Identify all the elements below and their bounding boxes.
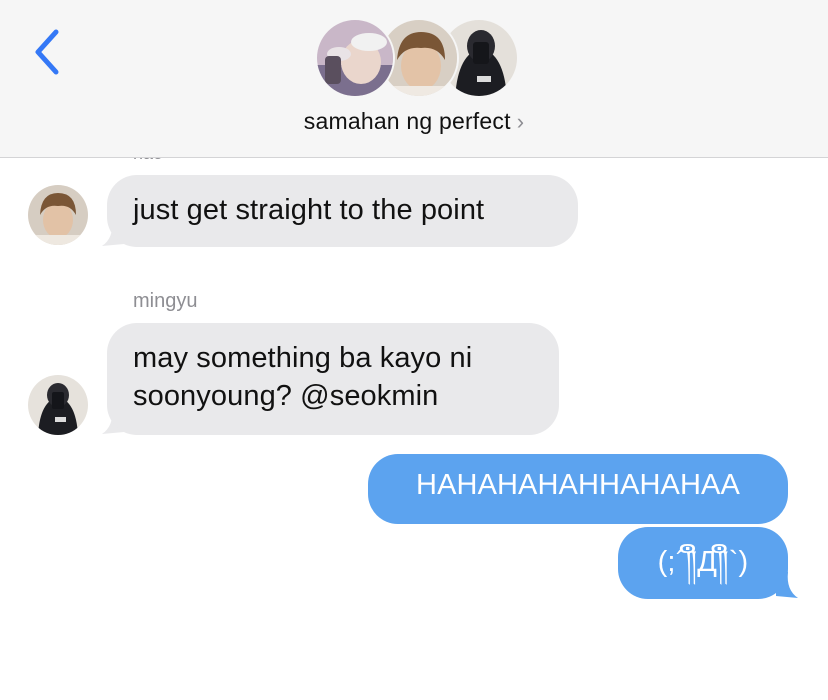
group-avatars[interactable]	[315, 18, 519, 102]
avatar	[315, 18, 395, 98]
avatar[interactable]	[28, 375, 88, 435]
group-name-label: samahan ng perfect	[303, 108, 511, 134]
conversation-header: samahan ng perfect ›	[0, 0, 828, 158]
chat-screen: samahan ng perfect› hao just get straigh…	[0, 0, 828, 700]
chevron-left-icon	[35, 29, 59, 75]
sender-label: mingyu	[133, 290, 198, 312]
message-bubble[interactable]: may something ba kayo ni soonyoung? @seo…	[107, 323, 559, 435]
message-bubble[interactable]: HAHAHAHAHHAHAHAA	[368, 454, 788, 524]
message-line: may something ba kayo ni	[133, 342, 473, 374]
avatar[interactable]	[28, 185, 88, 245]
message-line: soonyoung? @seokmin	[133, 380, 439, 412]
back-button[interactable]	[28, 26, 68, 78]
message-bubble[interactable]: (;´༎ຶД༎ຶ`)	[618, 527, 788, 599]
chevron-right-icon: ›	[516, 109, 525, 134]
message-bubble[interactable]: just get straight to the point	[107, 175, 578, 247]
group-name[interactable]: samahan ng perfect ›	[0, 108, 828, 135]
